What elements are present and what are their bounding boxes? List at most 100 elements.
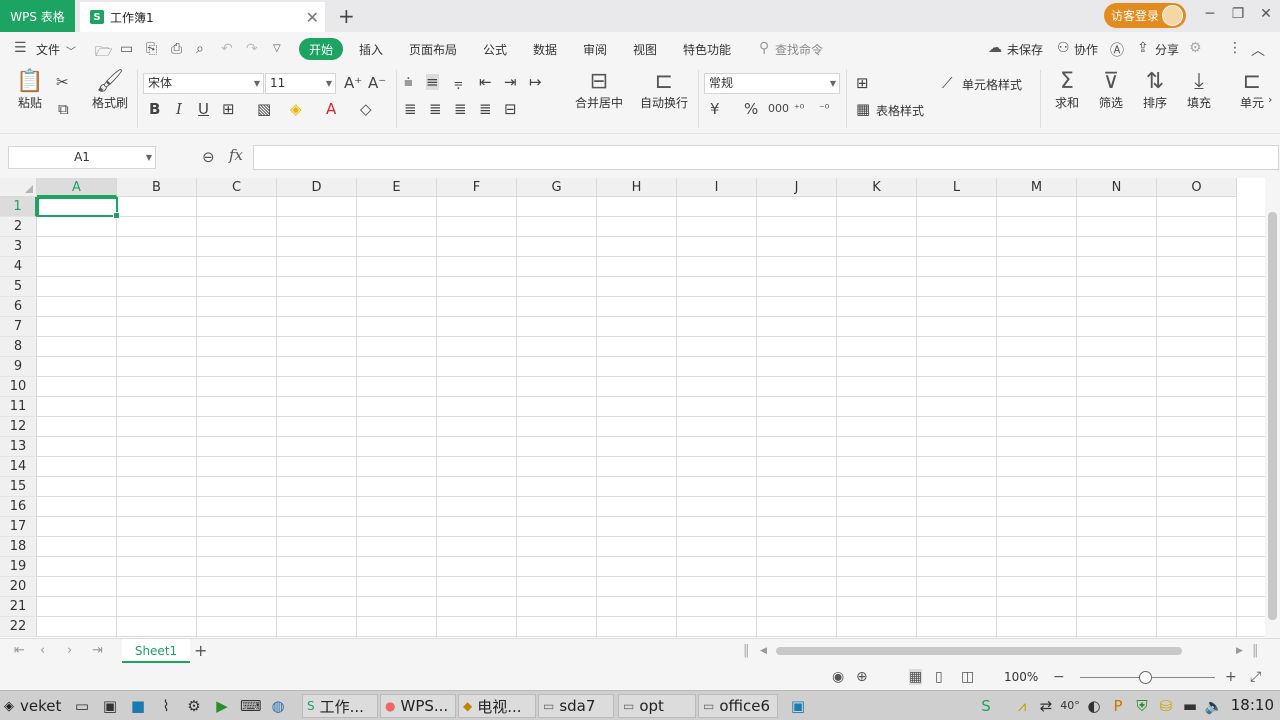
tab-home[interactable]: 开始: [299, 38, 343, 60]
vertical-scroll-thumb[interactable]: [1268, 212, 1277, 620]
font-a-icon[interactable]: Ⓐ: [1110, 40, 1124, 60]
zoom-out-icon[interactable]: −: [1053, 669, 1065, 685]
column-header[interactable]: L: [917, 178, 997, 197]
cell-area[interactable]: [37, 197, 1265, 638]
column-header[interactable]: D: [277, 178, 357, 197]
select-all-corner[interactable]: [0, 178, 37, 197]
taskbar-window-office6[interactable]: ▭ office6: [698, 694, 778, 718]
row-header[interactable]: 12: [0, 417, 37, 437]
column-header[interactable]: C: [197, 178, 277, 197]
decrease-font-icon[interactable]: A⁻: [368, 75, 386, 91]
font-size-select[interactable]: 11 ▼: [265, 73, 336, 94]
font-name-select[interactable]: 宋体 ▼: [143, 73, 264, 94]
volume-icon[interactable]: 🔈: [1204, 696, 1224, 716]
split-handle[interactable]: ‖: [743, 643, 750, 658]
number-format-select[interactable]: 常规 ▼: [704, 73, 840, 94]
align-left-icon[interactable]: ≣: [404, 101, 417, 117]
vertical-scrollbar[interactable]: [1265, 178, 1280, 638]
document-tab[interactable]: S 工作簿1 ✕: [80, 2, 325, 32]
increase-decimal-icon[interactable]: ⁺⁰: [794, 101, 804, 117]
close-tab-icon[interactable]: ✕: [306, 8, 319, 27]
shield-icon[interactable]: ⛨: [1132, 696, 1152, 716]
row-header[interactable]: 9: [0, 357, 37, 377]
database-icon[interactable]: ⛁: [1156, 696, 1176, 716]
undo-icon[interactable]: ↶: [221, 41, 233, 57]
row-header[interactable]: 21: [0, 597, 37, 617]
taskbar-window-tv[interactable]: ◆ 电视...: [458, 694, 536, 718]
quick-access-dropdown-icon[interactable]: ▽: [273, 43, 281, 54]
fill-color-icon[interactable]: ◈: [290, 101, 302, 117]
normal-view-icon[interactable]: ▦: [909, 669, 923, 685]
tab-page-layout[interactable]: 页面布局: [409, 41, 457, 58]
text-direction-icon[interactable]: ↦: [529, 74, 542, 90]
copy-icon[interactable]: ⧉: [58, 101, 69, 117]
last-sheet-icon[interactable]: ⇥: [92, 643, 103, 658]
play-icon[interactable]: ▶: [212, 696, 232, 716]
column-header[interactable]: M: [997, 178, 1077, 197]
browser-icon[interactable]: ◍: [268, 696, 288, 716]
align-bottom-icon[interactable]: ⩦: [454, 74, 463, 90]
minimize-button[interactable]: ─: [1200, 6, 1220, 22]
percent-icon[interactable]: %: [744, 101, 758, 117]
zoom-in-icon[interactable]: +: [1225, 669, 1237, 685]
system-monitor-icon[interactable]: ⌇: [156, 696, 176, 716]
collaborate-button[interactable]: 协作: [1074, 41, 1098, 58]
screenshot-tool-icon[interactable]: ▣: [788, 696, 808, 716]
decrease-indent-icon[interactable]: ⇤: [479, 74, 492, 90]
restore-button[interactable]: ❐: [1228, 6, 1248, 22]
first-sheet-icon[interactable]: ⇤: [14, 643, 25, 658]
zoom-slider-handle[interactable]: [1139, 671, 1152, 684]
bold-icon[interactable]: B: [149, 101, 160, 117]
row-header[interactable]: 11: [0, 397, 37, 417]
clear-format-icon[interactable]: ◇: [360, 101, 372, 117]
new-tab-button[interactable]: +: [338, 4, 355, 28]
start-menu-button[interactable]: ◈ veket: [4, 694, 61, 718]
distributed-align-icon[interactable]: ⊟: [504, 101, 517, 117]
page-layout-view-icon[interactable]: ▯: [935, 669, 943, 685]
unsaved-status[interactable]: 未保存: [1007, 41, 1043, 58]
thousands-separator-icon[interactable]: 000: [768, 101, 789, 117]
align-center-icon[interactable]: ≣: [429, 101, 442, 117]
sheet-tab[interactable]: Sheet1: [122, 639, 190, 663]
row-header[interactable]: 3: [0, 237, 37, 257]
print-preview-icon[interactable]: ⌕: [196, 41, 204, 57]
settings-gear-icon[interactable]: ⚙: [184, 696, 204, 716]
redo-icon[interactable]: ↷: [246, 41, 258, 57]
print-icon[interactable]: ⎙: [171, 41, 182, 57]
chevron-down-icon[interactable]: ﹀: [66, 43, 76, 58]
font-color-icon[interactable]: A: [326, 101, 336, 117]
column-header[interactable]: J: [757, 178, 837, 197]
row-header[interactable]: 16: [0, 497, 37, 517]
borders-icon[interactable]: ⊞: [222, 101, 235, 117]
column-header[interactable]: I: [677, 178, 757, 197]
table-style-button[interactable]: 表格样式: [876, 102, 924, 119]
page-break-view-icon[interactable]: ◫: [961, 669, 974, 685]
share-button[interactable]: 分享: [1155, 41, 1179, 58]
wrap-text-button[interactable]: ⊏ 自动换行: [638, 70, 690, 111]
taskbar-window-opt[interactable]: ▭ opt: [618, 694, 696, 718]
row-header[interactable]: 2: [0, 217, 37, 237]
desktop-icon[interactable]: ▭: [72, 696, 92, 716]
increase-font-icon[interactable]: A⁺: [344, 75, 362, 91]
increase-indent-icon[interactable]: ⇥: [504, 74, 517, 90]
tab-data[interactable]: 数据: [533, 41, 557, 58]
brightness-icon[interactable]: ◐: [1084, 696, 1104, 716]
currency-icon[interactable]: ¥: [710, 101, 720, 117]
ribbon-scroll-right-icon[interactable]: ›: [1268, 92, 1272, 108]
align-right-icon[interactable]: ≣: [454, 101, 467, 117]
next-sheet-icon[interactable]: ›: [67, 643, 72, 658]
temperature-icon[interactable]: 40°: [1060, 696, 1080, 716]
cell-style-button[interactable]: 单元格样式: [962, 76, 1022, 93]
italic-icon[interactable]: I: [176, 101, 182, 117]
visitor-login-button[interactable]: 访客登录: [1104, 3, 1186, 28]
freeze-view-icon[interactable]: ⊕: [856, 669, 868, 685]
hamburger-icon[interactable]: ☰: [14, 40, 27, 56]
column-header[interactable]: E: [357, 178, 437, 197]
cell-fill-pattern-icon[interactable]: ▧: [257, 101, 271, 117]
wps-tray-icon[interactable]: S: [976, 696, 996, 716]
row-header[interactable]: 5: [0, 277, 37, 297]
column-header[interactable]: G: [517, 178, 597, 197]
row-header[interactable]: 17: [0, 517, 37, 537]
row-header[interactable]: 4: [0, 257, 37, 277]
tab-review[interactable]: 审阅: [583, 41, 607, 58]
